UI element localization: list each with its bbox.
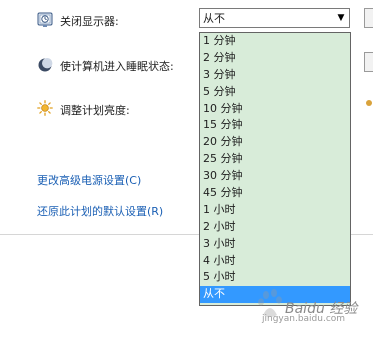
- advanced-settings-link[interactable]: 更改高级电源设置(C): [37, 172, 141, 188]
- dropdown-option[interactable]: 1 分钟: [200, 33, 350, 50]
- dropdown-option[interactable]: 25 分钟: [200, 151, 350, 168]
- dropdown-option[interactable]: 45 分钟: [200, 185, 350, 202]
- dropdown-option[interactable]: 5 小时: [200, 269, 350, 286]
- moon-icon: [37, 57, 53, 73]
- dropdown-option[interactable]: 30 分钟: [200, 168, 350, 185]
- display-timeout-value: 从不: [203, 12, 225, 25]
- dropdown-option[interactable]: 3 分钟: [200, 67, 350, 84]
- display-label: 关闭显示器:: [60, 15, 119, 28]
- dropdown-option[interactable]: 20 分钟: [200, 134, 350, 151]
- sleep-label: 使计算机进入睡眠状态:: [60, 60, 174, 73]
- dropdown-option[interactable]: 4 小时: [200, 253, 350, 270]
- chevron-down-icon[interactable]: ▼: [333, 9, 349, 27]
- clock-icon: [37, 12, 53, 28]
- dropdown-option[interactable]: 1 小时: [200, 202, 350, 219]
- sleep-select-edge[interactable]: [364, 52, 373, 72]
- dropdown-option[interactable]: 2 分钟: [200, 50, 350, 67]
- watermark-subtext: jingyan.baidu.com: [262, 314, 346, 324]
- dropdown-option[interactable]: 15 分钟: [200, 117, 350, 134]
- brightness-label: 调整计划亮度:: [60, 104, 130, 117]
- plugged-in-select-edge[interactable]: [364, 8, 373, 28]
- sun-icon: [37, 100, 53, 116]
- display-timeout-select[interactable]: 从不 ▼: [199, 8, 350, 28]
- display-timeout-dropdown[interactable]: 1 分钟 2 分钟 3 分钟 5 分钟 10 分钟 15 分钟 20 分钟 25 分钟 30 分…: [199, 32, 351, 306]
- dropdown-option[interactable]: 3 小时: [200, 236, 350, 253]
- restore-defaults-link[interactable]: 还原此计划的默认设置(R): [37, 203, 163, 219]
- dropdown-option[interactable]: 10 分钟: [200, 101, 350, 118]
- dropdown-option[interactable]: 5 分钟: [200, 84, 350, 101]
- dropdown-option[interactable]: 2 小时: [200, 219, 350, 236]
- brightness-slider-edge[interactable]: [366, 100, 372, 106]
